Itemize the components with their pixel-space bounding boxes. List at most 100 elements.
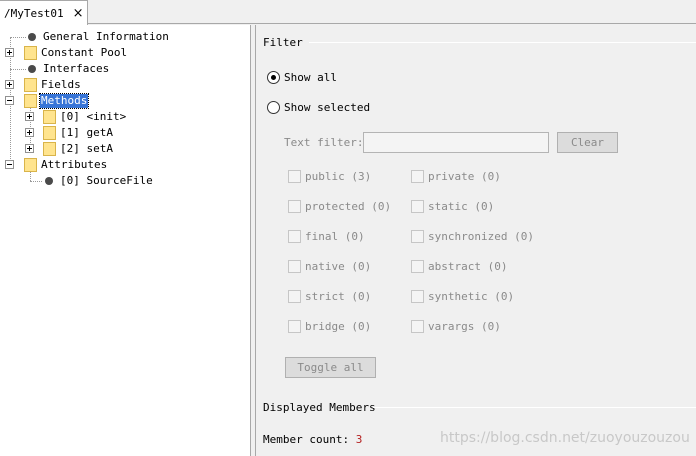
clear-button[interactable]: Clear bbox=[557, 132, 618, 153]
tree-item-sourcefile[interactable]: [0] SourceFile bbox=[43, 173, 154, 189]
tree-connector bbox=[10, 69, 26, 70]
tree-item-label: [2] setA bbox=[60, 142, 113, 155]
public-checkbox[interactable]: public (3) bbox=[288, 170, 371, 183]
checkbox-icon bbox=[288, 260, 301, 273]
checkbox-label: synthetic (0) bbox=[428, 290, 515, 303]
show-all-radio[interactable]: Show all bbox=[267, 71, 337, 84]
filter-section-title: Filter bbox=[263, 36, 303, 49]
close-icon[interactable]: × bbox=[73, 7, 84, 20]
checkbox-label: public (3) bbox=[305, 170, 372, 183]
tree-item-label: Attributes bbox=[41, 158, 108, 171]
folder-icon bbox=[24, 78, 37, 92]
checkbox-label: private (0) bbox=[428, 170, 501, 183]
checkbox-icon bbox=[288, 320, 301, 333]
bullet-icon bbox=[28, 33, 36, 41]
folder-icon bbox=[24, 158, 37, 172]
radio-checked-icon bbox=[267, 71, 280, 84]
synchronized-checkbox[interactable]: synchronized (0) bbox=[411, 230, 534, 243]
filter-separator bbox=[309, 42, 696, 43]
checkbox-label: varargs (0) bbox=[428, 320, 501, 333]
checkbox-icon bbox=[411, 200, 424, 213]
expand-icon[interactable] bbox=[25, 128, 34, 137]
protected-checkbox[interactable]: protected (0) bbox=[288, 200, 391, 213]
folder-icon bbox=[24, 46, 37, 60]
private-checkbox[interactable]: private (0) bbox=[411, 170, 501, 183]
show-all-label: Show all bbox=[284, 71, 337, 84]
tree-item-method-seta[interactable]: [2] setA bbox=[43, 141, 114, 157]
bullet-icon bbox=[28, 65, 36, 73]
text-filter-label: Text filter: bbox=[284, 136, 364, 149]
text-filter-input[interactable] bbox=[363, 132, 549, 153]
checkbox-icon bbox=[411, 320, 424, 333]
tree-item-interfaces[interactable]: Interfaces bbox=[26, 61, 110, 77]
splitter-handle[interactable] bbox=[252, 25, 256, 456]
tree-item-method-geta[interactable]: [1] getA bbox=[43, 125, 114, 141]
expand-icon[interactable] bbox=[5, 48, 14, 57]
tree-item-methods[interactable]: Methods bbox=[24, 93, 90, 109]
tree-item-label: Methods bbox=[38, 93, 90, 109]
checkbox-label: synchronized (0) bbox=[428, 230, 534, 243]
toggle-all-button[interactable]: Toggle all bbox=[285, 357, 376, 378]
checkbox-icon bbox=[288, 290, 301, 303]
checkbox-label: bridge (0) bbox=[305, 320, 372, 333]
tree-item-label: Interfaces bbox=[43, 62, 110, 75]
tree-item-method-init[interactable]: [0] <init> bbox=[43, 109, 127, 125]
folder-icon bbox=[43, 126, 56, 140]
checkbox-label: protected (0) bbox=[305, 200, 392, 213]
tree-item-constant-pool[interactable]: Constant Pool bbox=[24, 45, 128, 61]
checkbox-label: static (0) bbox=[428, 200, 495, 213]
checkbox-icon bbox=[288, 230, 301, 243]
show-selected-radio[interactable]: Show selected bbox=[267, 101, 370, 114]
tree-item-label: General Information bbox=[43, 30, 169, 43]
watermark: https://blog.csdn.net/zuoyouzouzou bbox=[440, 430, 690, 446]
synthetic-checkbox[interactable]: synthetic (0) bbox=[411, 290, 514, 303]
folder-icon bbox=[43, 142, 56, 156]
checkbox-icon bbox=[411, 260, 424, 273]
tree-item-label: [0] <init> bbox=[60, 110, 127, 123]
collapse-icon[interactable] bbox=[5, 160, 14, 169]
checkbox-label: native (0) bbox=[305, 260, 372, 273]
tree-item-attributes[interactable]: Attributes bbox=[24, 157, 108, 173]
displayed-separator bbox=[373, 407, 696, 408]
checkbox-icon bbox=[288, 200, 301, 213]
checkbox-label: abstract (0) bbox=[428, 260, 508, 273]
bullet-icon bbox=[45, 177, 53, 185]
native-checkbox[interactable]: native (0) bbox=[288, 260, 371, 273]
folder-icon bbox=[43, 110, 56, 124]
class-structure-tree[interactable]: General Information Constant Pool Interf… bbox=[0, 25, 251, 456]
tree-item-label: [1] getA bbox=[60, 126, 113, 139]
abstract-checkbox[interactable]: abstract (0) bbox=[411, 260, 507, 273]
tab-strip: /MyTest01 × bbox=[0, 0, 696, 25]
final-checkbox[interactable]: final (0) bbox=[288, 230, 365, 243]
tab-title: /MyTest01 bbox=[4, 6, 64, 20]
varargs-checkbox[interactable]: varargs (0) bbox=[411, 320, 501, 333]
tree-connector bbox=[10, 37, 26, 38]
expand-icon[interactable] bbox=[5, 80, 14, 89]
collapse-icon[interactable] bbox=[5, 96, 14, 105]
tree-connector bbox=[30, 181, 42, 182]
checkbox-icon bbox=[288, 170, 301, 183]
show-selected-label: Show selected bbox=[284, 101, 371, 114]
expand-icon[interactable] bbox=[25, 112, 34, 121]
tree-item-label: Fields bbox=[41, 78, 81, 91]
bridge-checkbox[interactable]: bridge (0) bbox=[288, 320, 371, 333]
member-count-value: 3 bbox=[355, 433, 363, 446]
tree-item-label: [0] SourceFile bbox=[60, 174, 153, 187]
displayed-members-title: Displayed Members bbox=[263, 401, 376, 414]
tab-mytest01[interactable]: /MyTest01 × bbox=[0, 0, 88, 25]
static-checkbox[interactable]: static (0) bbox=[411, 200, 494, 213]
member-count: Member count: 3 bbox=[263, 433, 362, 446]
radio-unchecked-icon bbox=[267, 101, 280, 114]
checkbox-icon bbox=[411, 230, 424, 243]
checkbox-icon bbox=[411, 170, 424, 183]
checkbox-label: final (0) bbox=[305, 230, 365, 243]
tree-item-fields[interactable]: Fields bbox=[24, 77, 82, 93]
tree-item-general-information[interactable]: General Information bbox=[26, 29, 170, 45]
folder-icon bbox=[24, 94, 37, 108]
tree-item-label: Constant Pool bbox=[41, 46, 128, 59]
checkbox-icon bbox=[411, 290, 424, 303]
strict-checkbox[interactable]: strict (0) bbox=[288, 290, 371, 303]
filter-panel: Filter Show all Show selected Text filte… bbox=[257, 25, 696, 456]
checkbox-label: strict (0) bbox=[305, 290, 372, 303]
expand-icon[interactable] bbox=[25, 144, 34, 153]
